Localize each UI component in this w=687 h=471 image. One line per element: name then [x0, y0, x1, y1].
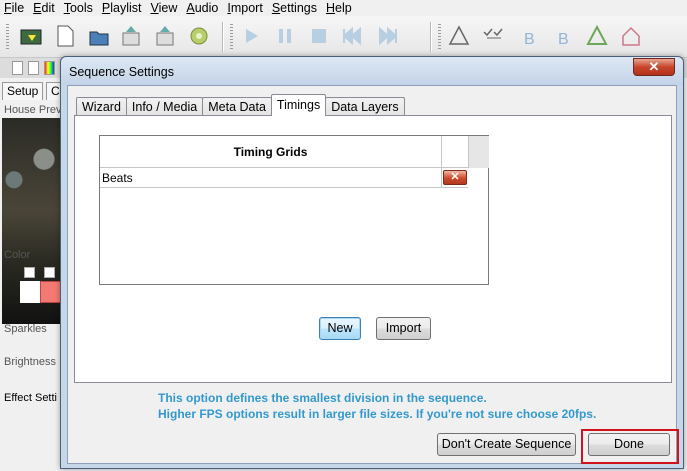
toolbar-grip[interactable] — [230, 24, 233, 50]
save-icon[interactable] — [120, 24, 142, 48]
svg-text:B: B — [524, 31, 535, 48]
open-folder-icon[interactable] — [20, 24, 42, 48]
fast-forward-icon[interactable] — [378, 24, 400, 48]
import-button[interactable]: Import — [376, 317, 431, 340]
house-icon[interactable] — [620, 24, 642, 48]
color-swatch[interactable] — [44, 61, 55, 75]
menu-item[interactable]: Tools — [60, 1, 98, 15]
menu-mnemonic: S — [271, 1, 281, 15]
open-file-icon[interactable] — [88, 24, 110, 48]
pause-icon[interactable] — [274, 24, 296, 48]
tab-timings[interactable]: Timings — [270, 94, 327, 116]
sequence-settings-dialog: Sequence Settings ✕ Wizard Info / Media … — [60, 56, 684, 469]
rewind-icon[interactable] — [340, 24, 362, 48]
table-header: Timing Grids — [100, 136, 468, 168]
sparkles-label: Sparkles — [4, 323, 47, 335]
toolbar-separator — [222, 22, 224, 52]
shadow-b-icon[interactable]: B — [552, 24, 574, 48]
tab-wizard[interactable]: Wizard — [76, 97, 127, 116]
delete-timing-button[interactable]: ✕ — [443, 170, 467, 185]
header-divider — [441, 136, 442, 168]
color-checkbox[interactable] — [44, 267, 55, 278]
dialog-titlebar[interactable]: Sequence Settings ✕ — [61, 57, 683, 85]
menu-item[interactable]: View — [147, 1, 183, 15]
color-label: Color — [4, 249, 31, 261]
menu-mnemonic: H — [326, 1, 336, 15]
menu-mnemonic: F — [4, 1, 12, 15]
color-checkbox[interactable] — [24, 267, 35, 278]
timing-name-cell[interactable]: Beats — [102, 171, 133, 185]
new-button[interactable]: New — [319, 317, 361, 340]
house-preview-label: House Prev — [4, 104, 62, 116]
delete-x-icon: ✕ — [450, 171, 460, 183]
settings-gear-icon[interactable] — [188, 24, 210, 48]
tab-meta-data[interactable]: Meta Data — [202, 97, 272, 116]
info-text-line1: This option defines the smallest divisio… — [158, 391, 487, 405]
menu-mnemonic: E — [33, 1, 42, 15]
menu-item[interactable]: File — [0, 1, 29, 15]
dialog-title: Sequence Settings — [69, 65, 174, 79]
color-swatch[interactable] — [28, 61, 39, 75]
menu-label: elp — [335, 1, 352, 15]
menu-item[interactable]: Import — [223, 1, 267, 15]
triangle-tool-icon[interactable] — [448, 24, 470, 48]
new-file-icon[interactable] — [54, 24, 76, 48]
save-as-icon[interactable] — [154, 24, 176, 48]
tab-info-media[interactable]: Info / Media — [125, 97, 204, 116]
tab-setup[interactable]: Setup — [2, 82, 44, 100]
menu-label: dit — [41, 1, 55, 15]
tab-strip: Wizard Info / Media Meta Data Timings Da… — [76, 94, 405, 116]
play-icon[interactable] — [240, 24, 262, 48]
menu-bar: File Edit Tools Playlist View Audio Import Sett… — [0, 0, 687, 16]
grid-corner — [468, 136, 489, 168]
menu-item[interactable]: Playlist — [98, 1, 147, 15]
toolbar-grip[interactable] — [6, 24, 9, 50]
row-divider — [441, 168, 442, 188]
svg-text:B: B — [558, 31, 569, 48]
menu-item[interactable]: Audio — [182, 1, 223, 15]
toolbar: B B — [0, 16, 687, 58]
menu-mnemonic: V — [150, 1, 159, 15]
timings-tab-page: Timing Grids Beats ✕ New Import — [74, 115, 672, 383]
left-panel: Setup C House Prev Color Sparkles Bright… — [0, 80, 65, 471]
green-triangle-icon[interactable] — [586, 24, 608, 48]
menu-label: mport — [230, 1, 263, 15]
timing-grids-table: Timing Grids Beats ✕ — [99, 135, 489, 285]
menu-item[interactable]: Help — [322, 1, 357, 15]
red-color-swatch[interactable] — [40, 281, 62, 303]
done-highlight-box — [581, 429, 679, 464]
menu-label: laylist — [110, 1, 142, 15]
close-button[interactable]: ✕ — [633, 58, 675, 76]
menu-label: ile — [11, 1, 25, 15]
toolbar-grip[interactable] — [438, 24, 441, 50]
menu-label: iew — [158, 1, 178, 15]
toolbar-separator — [430, 22, 432, 52]
white-color-swatch[interactable] — [20, 281, 40, 303]
color-swatch[interactable] — [12, 61, 23, 75]
check-tool-icon[interactable] — [482, 24, 504, 48]
tab-data-layers[interactable]: Data Layers — [325, 97, 405, 116]
menu-label: ools — [69, 1, 93, 15]
table-row[interactable]: Beats ✕ — [100, 168, 468, 188]
effect-settings-label: Effect Setti — [4, 392, 57, 404]
timing-grids-header: Timing Grids — [233, 145, 308, 159]
stop-icon[interactable] — [308, 24, 330, 48]
close-icon: ✕ — [648, 59, 660, 74]
menu-item[interactable]: Edit — [29, 1, 60, 15]
dont-create-sequence-button[interactable]: Don't Create Sequence — [437, 433, 576, 456]
info-text-line2: Higher FPS options result in larger file… — [158, 407, 597, 421]
menu-mnemonic: A — [186, 1, 195, 15]
bold-b-icon[interactable]: B — [518, 24, 540, 48]
menu-item[interactable]: Settings — [268, 1, 322, 15]
dialog-body: Wizard Info / Media Meta Data Timings Da… — [67, 85, 677, 464]
menu-label: udio — [194, 1, 219, 15]
menu-label: ettings — [280, 1, 317, 15]
menu-mnemonic: P — [101, 1, 111, 15]
brightness-label: Brightness — [4, 356, 56, 368]
